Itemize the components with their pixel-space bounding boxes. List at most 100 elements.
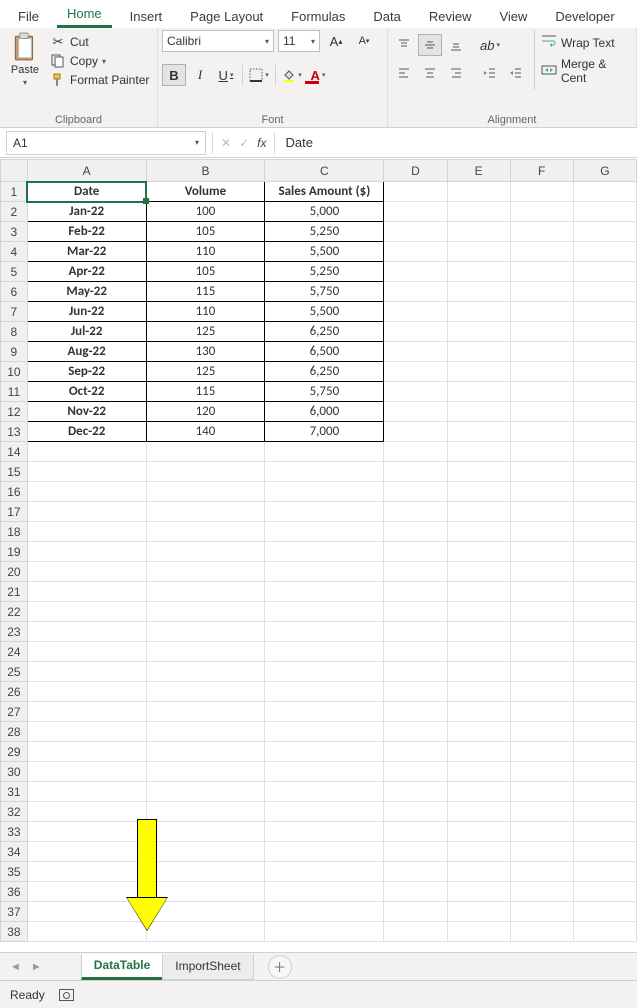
row-header-15[interactable]: 15 [1,462,28,482]
cell-F37[interactable] [510,902,573,922]
cell-F12[interactable] [510,402,573,422]
cell-C26[interactable] [265,682,384,702]
cell-F38[interactable] [510,922,573,942]
cell-A23[interactable] [27,622,146,642]
new-sheet-button[interactable]: ＋ [268,955,292,979]
cell-F1[interactable] [510,182,573,202]
cell-B11[interactable]: 115 [146,382,265,402]
cell-C15[interactable] [265,462,384,482]
merge-center-button[interactable]: Merge & Cent [541,57,632,85]
cell-G37[interactable] [573,902,636,922]
cell-G28[interactable] [573,722,636,742]
cell-G4[interactable] [573,242,636,262]
cell-C27[interactable] [265,702,384,722]
cell-F20[interactable] [510,562,573,582]
cell-E2[interactable] [447,202,510,222]
cell-A30[interactable] [27,762,146,782]
cell-A19[interactable] [27,542,146,562]
nav-prev-icon[interactable]: ◄ [10,961,21,973]
sheet-tab-datatable[interactable]: DataTable [81,954,163,980]
cell-D6[interactable] [384,282,447,302]
tab-formulas[interactable]: Formulas [281,3,355,28]
cell-B28[interactable] [146,722,265,742]
cell-G15[interactable] [573,462,636,482]
cell-C14[interactable] [265,442,384,462]
cell-D26[interactable] [384,682,447,702]
cell-E28[interactable] [447,722,510,742]
cell-B4[interactable]: 110 [146,242,265,262]
cell-D33[interactable] [384,822,447,842]
cell-B20[interactable] [146,562,265,582]
cell-C9[interactable]: 6,500 [265,342,384,362]
cell-E24[interactable] [447,642,510,662]
cell-F3[interactable] [510,222,573,242]
format-painter-button[interactable]: Format Painter [50,72,149,88]
cell-A15[interactable] [27,462,146,482]
copy-button[interactable]: Copy ▾ [50,53,149,69]
cell-F25[interactable] [510,662,573,682]
cell-G21[interactable] [573,582,636,602]
cell-F7[interactable] [510,302,573,322]
cell-B33[interactable] [146,822,265,842]
cell-F9[interactable] [510,342,573,362]
cell-G13[interactable] [573,422,636,442]
cell-G38[interactable] [573,922,636,942]
cell-F23[interactable] [510,622,573,642]
row-header-3[interactable]: 3 [1,222,28,242]
cell-B34[interactable] [146,842,265,862]
align-middle-button[interactable] [418,34,442,56]
cell-A17[interactable] [27,502,146,522]
cell-B36[interactable] [146,882,265,902]
cell-A35[interactable] [27,862,146,882]
cell-E12[interactable] [447,402,510,422]
cell-A1[interactable]: Date [27,182,146,202]
cell-B35[interactable] [146,862,265,882]
row-header-28[interactable]: 28 [1,722,28,742]
cell-B1[interactable]: Volume [146,182,265,202]
cell-E19[interactable] [447,542,510,562]
cell-F17[interactable] [510,502,573,522]
cell-B19[interactable] [146,542,265,562]
cell-B32[interactable] [146,802,265,822]
cell-G16[interactable] [573,482,636,502]
row-header-10[interactable]: 10 [1,362,28,382]
cell-E35[interactable] [447,862,510,882]
cell-A38[interactable] [27,922,146,942]
cell-C11[interactable]: 5,750 [265,382,384,402]
cell-F27[interactable] [510,702,573,722]
row-header-24[interactable]: 24 [1,642,28,662]
cell-F30[interactable] [510,762,573,782]
cell-E31[interactable] [447,782,510,802]
cell-E38[interactable] [447,922,510,942]
cell-B6[interactable]: 115 [146,282,265,302]
align-right-button[interactable] [444,62,468,84]
col-header-F[interactable]: F [510,160,573,182]
cell-C18[interactable] [265,522,384,542]
fx-icon[interactable]: fx [257,136,266,150]
cell-B25[interactable] [146,662,265,682]
cell-G14[interactable] [573,442,636,462]
cell-G20[interactable] [573,562,636,582]
cell-B7[interactable]: 110 [146,302,265,322]
cell-F16[interactable] [510,482,573,502]
cell-B8[interactable]: 125 [146,322,265,342]
cell-E14[interactable] [447,442,510,462]
tab-developer[interactable]: Developer [545,3,624,28]
macro-record-icon[interactable] [59,989,74,1001]
cell-E22[interactable] [447,602,510,622]
row-header-23[interactable]: 23 [1,622,28,642]
cell-E1[interactable] [447,182,510,202]
cell-E3[interactable] [447,222,510,242]
cell-A21[interactable] [27,582,146,602]
cell-B18[interactable] [146,522,265,542]
cell-F26[interactable] [510,682,573,702]
cell-E15[interactable] [447,462,510,482]
cell-F33[interactable] [510,822,573,842]
row-header-35[interactable]: 35 [1,862,28,882]
cell-C29[interactable] [265,742,384,762]
cell-E17[interactable] [447,502,510,522]
cell-A11[interactable]: Oct-22 [27,382,146,402]
cell-G9[interactable] [573,342,636,362]
row-header-26[interactable]: 26 [1,682,28,702]
cancel-icon[interactable]: ✕ [221,136,231,150]
